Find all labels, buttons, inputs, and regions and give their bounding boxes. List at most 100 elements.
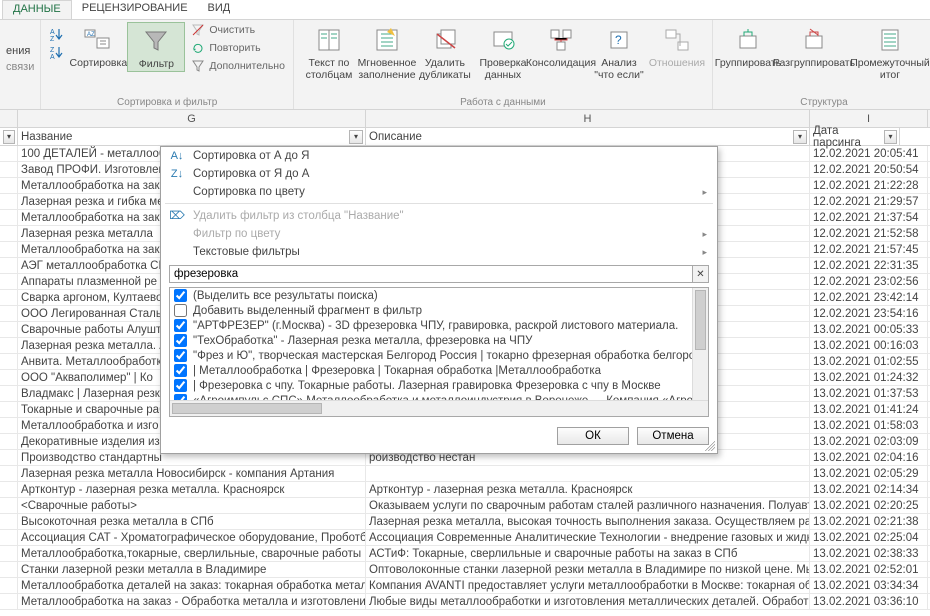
cell-date[interactable]: 13.02.2021 03:34:34 (810, 578, 928, 593)
add-current-checkbox[interactable] (174, 304, 187, 317)
filter-values-list[interactable]: (Выделить все результаты поиска) Добавит… (169, 287, 709, 417)
cell-date[interactable]: 13.02.2021 01:37:53 (810, 386, 928, 401)
sort-az-item[interactable]: A↓Сортировка от А до Я (161, 147, 717, 165)
cell-date[interactable]: 13.02.2021 02:04:16 (810, 450, 928, 465)
cell-name[interactable]: Лазерная резка металла Новосибирск - ком… (18, 466, 366, 481)
cancel-button[interactable]: Отмена (637, 427, 709, 445)
cell-name[interactable]: Металлообработка на заказ - Обработка ме… (18, 594, 366, 609)
cell-date[interactable]: 13.02.2021 00:05:33 (810, 322, 928, 337)
filter-value-item[interactable]: "ТехОбработка" - Лазерная резка металла,… (170, 333, 708, 348)
cell-desc[interactable]: АСТиФ: Токарные, сверлильные и сварочные… (366, 546, 810, 561)
clear-filter-button[interactable]: Очистить (189, 22, 287, 38)
filter-value-checkbox[interactable] (174, 379, 187, 392)
cell-desc[interactable]: Ассоциация Современные Аналитические Тех… (366, 530, 810, 545)
table-row[interactable]: Металлообработка деталей на заказ: токар… (0, 578, 930, 594)
text-filters-item[interactable]: Текстовые фильтры▸ (161, 243, 717, 261)
tab-view[interactable]: ВИД (198, 0, 241, 19)
cell-date[interactable]: 12.02.2021 20:50:54 (810, 162, 928, 177)
sort-desc-button[interactable]: ZA (47, 44, 65, 60)
cell-date[interactable]: 12.02.2021 21:57:45 (810, 242, 928, 257)
cell-date[interactable]: 13.02.2021 02:25:04 (810, 530, 928, 545)
group-button[interactable]: Группировать (719, 22, 777, 70)
cell-desc[interactable]: Лазерная резка металла, высокая точность… (366, 514, 810, 529)
cell-date[interactable]: 12.02.2021 23:54:16 (810, 306, 928, 321)
cell-date[interactable]: 13.02.2021 02:14:34 (810, 482, 928, 497)
filter-arrow-date[interactable]: ▾ (884, 130, 897, 144)
cell-date[interactable]: 12.02.2021 20:05:41 (810, 146, 928, 161)
filter-value-checkbox[interactable] (174, 349, 187, 362)
cell-date[interactable]: 13.02.2021 02:20:25 (810, 498, 928, 513)
cell-desc[interactable]: Оказываем услуги по сварочным работам ст… (366, 498, 810, 513)
cell-name[interactable]: Металлообработка деталей на заказ: токар… (18, 578, 366, 593)
table-row[interactable]: Лазерная резка металла Новосибирск - ком… (0, 466, 930, 482)
data-validation-button[interactable]: Проверка данных (474, 22, 532, 81)
ok-button[interactable]: ОК (557, 427, 629, 445)
filter-value-checkbox[interactable] (174, 364, 187, 377)
cell-date[interactable]: 13.02.2021 01:41:24 (810, 402, 928, 417)
col-letter-g[interactable]: G (18, 110, 366, 127)
filter-search-input[interactable] (169, 265, 693, 283)
filter-value-item[interactable]: "Фрез и Ю", творческая мастерская Белгор… (170, 348, 708, 363)
ungroup-button[interactable]: Разгруппировать (777, 22, 851, 70)
filter-arrow-name[interactable]: ▾ (349, 130, 363, 144)
clear-search-button[interactable]: ✕ (693, 265, 709, 283)
cell-name[interactable]: Ассоциация CAT - Хроматографическое обор… (18, 530, 366, 545)
reapply-filter-button[interactable]: Повторить (189, 40, 287, 56)
what-if-button[interactable]: ?Анализ "что если" (590, 22, 648, 81)
cell-name[interactable]: <Сварочные работы> (18, 498, 366, 513)
cell-date[interactable]: 12.02.2021 21:22:28 (810, 178, 928, 193)
table-row[interactable]: Металлообработка на заказ - Обработка ме… (0, 594, 930, 610)
cell-date[interactable]: 13.02.2021 00:16:03 (810, 338, 928, 353)
select-all-checkbox[interactable] (174, 289, 187, 302)
filter-value-checkbox[interactable] (174, 319, 187, 332)
subtotal-button[interactable]: Промежуточный итог (851, 22, 929, 81)
cell-date[interactable]: 13.02.2021 02:38:33 (810, 546, 928, 561)
cell-name[interactable]: Станки лазерной резки металла в Владимир… (18, 562, 366, 577)
cell-name[interactable]: Высокоточная резка металла в СПб (18, 514, 366, 529)
filter-list-hscrollbar[interactable] (170, 400, 708, 416)
cell-desc[interactable]: Компания AVANTI предоставляет услуги мет… (366, 578, 810, 593)
cell-date[interactable]: 13.02.2021 02:05:29 (810, 466, 928, 481)
filter-arrow-f[interactable]: ▾ (3, 130, 15, 144)
filter-value-checkbox[interactable] (174, 334, 187, 347)
sort-asc-button[interactable]: AZ (47, 26, 65, 42)
cell-date[interactable]: 12.02.2021 21:52:58 (810, 226, 928, 241)
cell-date[interactable]: 12.02.2021 23:02:56 (810, 274, 928, 289)
sort-button[interactable]: AZ Сортировка (69, 22, 127, 70)
cell-name[interactable]: Металлообработка,токарные, сверлильные, … (18, 546, 366, 561)
cell-desc[interactable]: Артконтур - лазерная резка металла. Крас… (366, 482, 810, 497)
sort-za-item[interactable]: Z↓Сортировка от Я до А (161, 165, 717, 183)
flash-fill-button[interactable]: Мгновенное заполнение (358, 22, 416, 81)
table-row[interactable]: Металлообработка,токарные, сверлильные, … (0, 546, 930, 562)
filter-button[interactable]: Фильтр (127, 22, 185, 72)
col-letter-h[interactable]: H (366, 110, 810, 127)
table-row[interactable]: Артконтур - лазерная резка металла. Крас… (0, 482, 930, 498)
cell-date[interactable]: 12.02.2021 21:29:57 (810, 194, 928, 209)
table-row[interactable]: Ассоциация CAT - Хроматографическое обор… (0, 530, 930, 546)
cell-date[interactable]: 13.02.2021 02:21:38 (810, 514, 928, 529)
advanced-filter-button[interactable]: Дополнительно (189, 58, 287, 74)
cell-desc[interactable]: Любые виды металлообработки и изготовлен… (366, 594, 810, 609)
sort-by-color-item[interactable]: Сортировка по цвету▸ (161, 183, 717, 201)
cell-date[interactable]: 13.02.2021 01:24:32 (810, 370, 928, 385)
table-row[interactable]: Станки лазерной резки металла в Владимир… (0, 562, 930, 578)
cell-date[interactable]: 12.02.2021 22:31:35 (810, 258, 928, 273)
filter-value-item[interactable]: | Фрезеровка с чпу. Токарные работы. Лаз… (170, 378, 708, 393)
tab-review[interactable]: РЕЦЕНЗИРОВАНИЕ (72, 0, 198, 19)
text-to-columns-button[interactable]: Текст по столбцам (300, 22, 358, 81)
cell-name[interactable]: Артконтур - лазерная резка металла. Крас… (18, 482, 366, 497)
cell-date[interactable]: 13.02.2021 01:02:55 (810, 354, 928, 369)
cell-date[interactable]: 13.02.2021 03:36:10 (810, 594, 928, 609)
consolidate-button[interactable]: Консолидация (532, 22, 590, 70)
cell-date[interactable]: 13.02.2021 02:03:09 (810, 434, 928, 449)
cell-date[interactable]: 13.02.2021 01:58:03 (810, 418, 928, 433)
cell-date[interactable]: 13.02.2021 02:52:01 (810, 562, 928, 577)
tab-data[interactable]: ДАННЫЕ (2, 0, 72, 19)
resize-grip[interactable] (705, 441, 715, 451)
remove-duplicates-button[interactable]: Удалить дубликаты (416, 22, 474, 81)
filter-value-item[interactable]: "АРТФРЕЗЕР" (г.Москва) - 3D фрезеровка Ч… (170, 318, 708, 333)
cell-desc[interactable] (366, 466, 810, 481)
table-row[interactable]: Высокоточная резка металла в СПбЛазерная… (0, 514, 930, 530)
table-row[interactable]: <Сварочные работы>Оказываем услуги по св… (0, 498, 930, 514)
cell-desc[interactable]: Оптоволоконные станки лазерной резки мет… (366, 562, 810, 577)
